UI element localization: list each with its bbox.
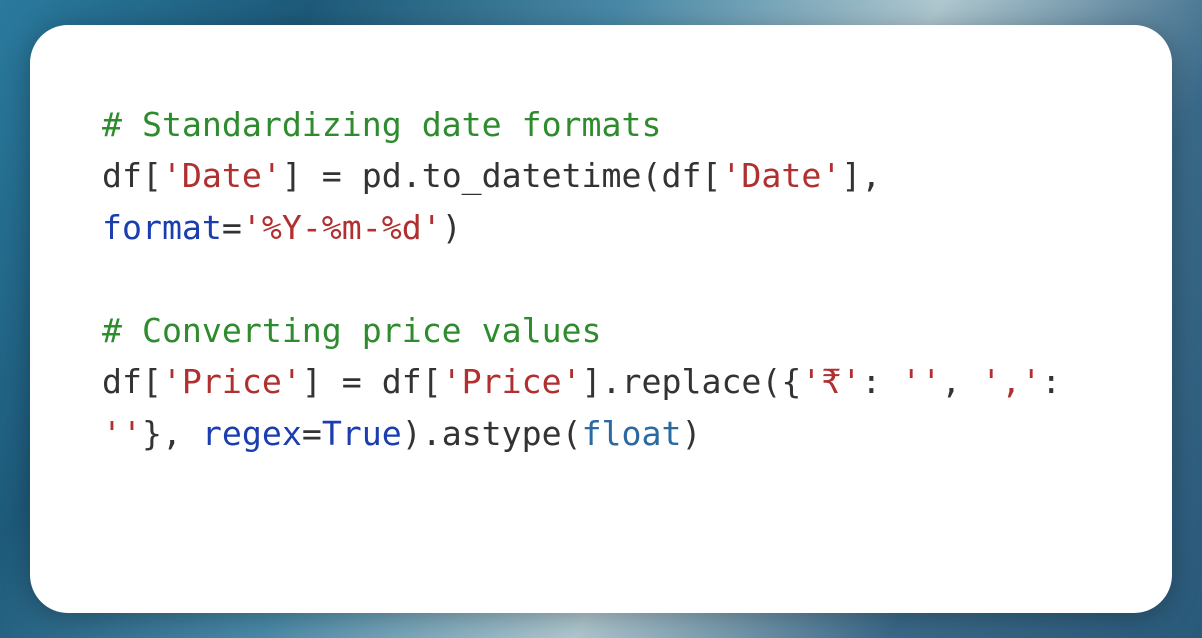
code-text: = <box>222 208 242 247</box>
code-string: '' <box>102 414 142 453</box>
code-block: # Standardizing date formats df['Date'] … <box>102 99 1100 459</box>
code-text: = <box>302 414 322 453</box>
code-text: df[ <box>102 362 162 401</box>
code-text: ].replace({ <box>582 362 802 401</box>
code-text: df[ <box>102 156 162 195</box>
code-snippet-card: # Standardizing date formats df['Date'] … <box>30 25 1172 613</box>
code-keyword: format <box>102 208 222 247</box>
code-string: 'Price' <box>442 362 582 401</box>
code-constant: True <box>322 414 402 453</box>
code-string: ',' <box>981 362 1041 401</box>
code-text: ] = pd.to_datetime(df[ <box>282 156 722 195</box>
code-text: , <box>941 362 981 401</box>
code-text: ) <box>681 414 701 453</box>
code-string: 'Date' <box>721 156 841 195</box>
code-keyword: regex <box>202 414 302 453</box>
code-text: }, <box>142 414 202 453</box>
code-text: ] = df[ <box>302 362 442 401</box>
code-string: 'Price' <box>162 362 302 401</box>
code-text: ) <box>442 208 462 247</box>
code-builtin: float <box>582 414 682 453</box>
code-text: : <box>1041 362 1081 401</box>
code-text: : <box>861 362 901 401</box>
code-text: ).astype( <box>402 414 582 453</box>
code-string: '%Y-%m-%d' <box>242 208 442 247</box>
code-string: '' <box>901 362 941 401</box>
code-comment: # Converting price values <box>102 311 602 350</box>
code-comment: # Standardizing date formats <box>102 105 661 144</box>
code-string: 'Date' <box>162 156 282 195</box>
code-string: '₹' <box>801 362 861 401</box>
code-text: ], <box>841 156 901 195</box>
